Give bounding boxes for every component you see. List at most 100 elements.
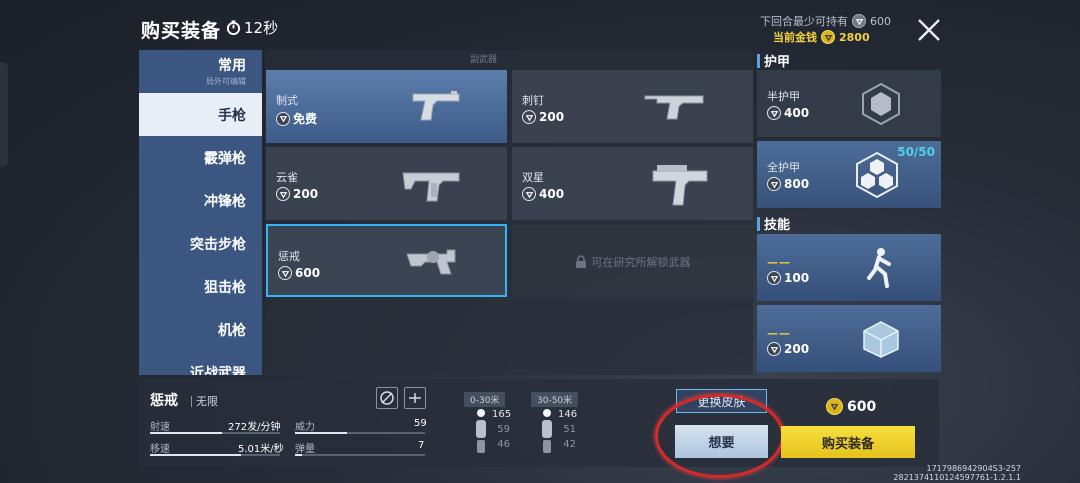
stat-bar-fill (295, 432, 347, 434)
sidebar-item-label: 突击步枪 (190, 236, 246, 253)
sidebar-item-pistol[interactable]: 手枪 (139, 93, 262, 136)
fire-mode-icon (409, 393, 421, 403)
pistol-icon (652, 165, 708, 206)
min-keep-label: 下回合最少可持有 (760, 15, 848, 28)
weapon-price-value: 600 (295, 266, 321, 280)
skill-title-text: 技能 (764, 218, 791, 233)
pistol-icon (412, 91, 460, 121)
sidebar-item-sniper[interactable]: 狙击枪 (139, 265, 262, 308)
coin-icon (852, 14, 866, 28)
skill-price: 200 (767, 342, 809, 356)
weapon-card-punisher[interactable]: 惩戒 600 (266, 224, 507, 297)
sidebar-item-label: 狙击枪 (204, 279, 246, 296)
buy-price-value: 600 (847, 398, 877, 415)
stat-bar (150, 432, 280, 434)
full-armor-icon (856, 151, 898, 199)
body-damage: 59 (497, 424, 510, 435)
skill-charges: —— (767, 327, 791, 340)
weapon-card-standard[interactable]: 制式 免费 (266, 70, 507, 143)
weapon-card-spike[interactable]: 刺钉 200 (512, 70, 753, 143)
sidebar-item-machine-gun[interactable]: 机枪 (139, 308, 262, 351)
weapon-card-skylark[interactable]: 云雀 200 (266, 147, 507, 220)
accent-bar (757, 216, 760, 231)
sidebar-item-label: 近战武器 (190, 365, 246, 376)
revolver-icon (406, 249, 456, 275)
weapon-name: 制式 (276, 94, 298, 107)
lock-icon (575, 255, 586, 268)
stat-label: 威力 (295, 422, 315, 433)
armor-title-text: 护甲 (764, 55, 791, 70)
armor-section-title: 护甲 (757, 51, 790, 70)
fire-mode-button[interactable] (404, 387, 426, 409)
detail-weapon-name: 惩戒 (150, 393, 178, 409)
sidebar-item-shotgun[interactable]: 霰弹枪 (139, 136, 262, 179)
range-label: 30-50米 (531, 392, 579, 407)
range-label: 0-30米 (464, 392, 506, 407)
sidebar-item-melee[interactable]: 近战武器 (139, 351, 262, 376)
sidebar-item-common[interactable]: 常用 局外可编辑 (139, 50, 262, 92)
sidebar-item-smg[interactable]: 冲锋枪 (139, 179, 262, 222)
stat-bar-fill (150, 432, 222, 434)
buy-equipment-button[interactable]: 购买装备 (781, 426, 915, 458)
stat-value: 7 (418, 440, 425, 451)
stat-value: 272发/分钟 (228, 422, 281, 433)
weapon-price-value: 200 (293, 187, 319, 201)
current-money-info: 当前金钱 2800 (773, 29, 870, 45)
gold-coin-icon (826, 398, 843, 415)
coin-icon (522, 187, 536, 201)
attachment-toggle-button[interactable] (376, 387, 398, 409)
gold-coin-icon (821, 30, 835, 44)
skill-card-sprint[interactable]: —— 100 (757, 234, 941, 301)
armor-price-value: 400 (784, 106, 810, 120)
current-money-label: 当前金钱 (773, 31, 817, 44)
weapon-price: 600 (278, 266, 320, 280)
weapon-price: 400 (522, 187, 564, 201)
body-damage: 51 (563, 424, 576, 435)
coin-icon (276, 111, 290, 126)
session-id-line: 1717986942904S3-257 (926, 464, 1022, 473)
stat-value: 59 (414, 418, 427, 429)
sidebar-item-assault-rifle[interactable]: 突击步枪 (139, 222, 262, 265)
pistol-icon (644, 95, 704, 120)
section-label-secondary: 副武器 (470, 55, 498, 65)
sidebar-item-label: 机枪 (218, 322, 246, 339)
skill-price-value: 100 (784, 271, 810, 285)
timer-value: 12秒 (244, 19, 279, 37)
buy-price: 600 (826, 398, 876, 415)
skill-card-barrier[interactable]: —— 200 (757, 305, 941, 372)
weapon-name: 双星 (522, 171, 544, 184)
min-keep-value: 600 (870, 14, 891, 28)
barrier-cube-icon (863, 321, 899, 358)
sidebar-item-label: 手枪 (218, 107, 246, 124)
weapon-price: 200 (522, 110, 564, 124)
weapon-name: 云雀 (276, 171, 298, 184)
sidebar-item-label: 常用 (218, 58, 246, 74)
sidebar-item-label: 霰弹枪 (204, 150, 246, 167)
armor-price: 800 (767, 177, 809, 191)
armor-card-half[interactable]: 半护甲 400 (757, 70, 941, 137)
stat-label: 弹量 (295, 444, 315, 455)
stat-label: 射速 (150, 422, 170, 433)
stat-bar (295, 432, 425, 434)
body-silhouette-icon (542, 409, 552, 453)
skill-charges: —— (767, 256, 791, 269)
armor-price-value: 800 (784, 177, 810, 191)
coin-icon (278, 266, 292, 280)
head-damage: 165 (492, 409, 512, 420)
sidebar-item-sublabel: 局外可编辑 (206, 77, 246, 86)
left-edge-tab[interactable] (0, 62, 8, 167)
armor-card-full[interactable]: 50/50 全护甲 800 (757, 141, 941, 208)
weapon-price-value: 200 (539, 110, 565, 124)
half-armor-icon (862, 82, 900, 126)
stat-bar-fill (295, 454, 302, 456)
skill-price-value: 200 (784, 342, 810, 356)
accent-bar (757, 53, 760, 68)
close-button[interactable] (915, 16, 943, 44)
leg-damage: 46 (497, 439, 510, 450)
weapon-card-twin-star[interactable]: 双星 400 (512, 147, 753, 220)
stat-bar-fill (150, 454, 241, 456)
weapon-category-sidebar: 常用 局外可编辑 手枪 霰弹枪 冲锋枪 突击步枪 狙击枪 机枪 近战武器 (139, 50, 262, 375)
round-timer: 12秒 (226, 17, 278, 38)
range-values: 146 51 42 (558, 409, 577, 450)
coin-icon (276, 187, 290, 201)
